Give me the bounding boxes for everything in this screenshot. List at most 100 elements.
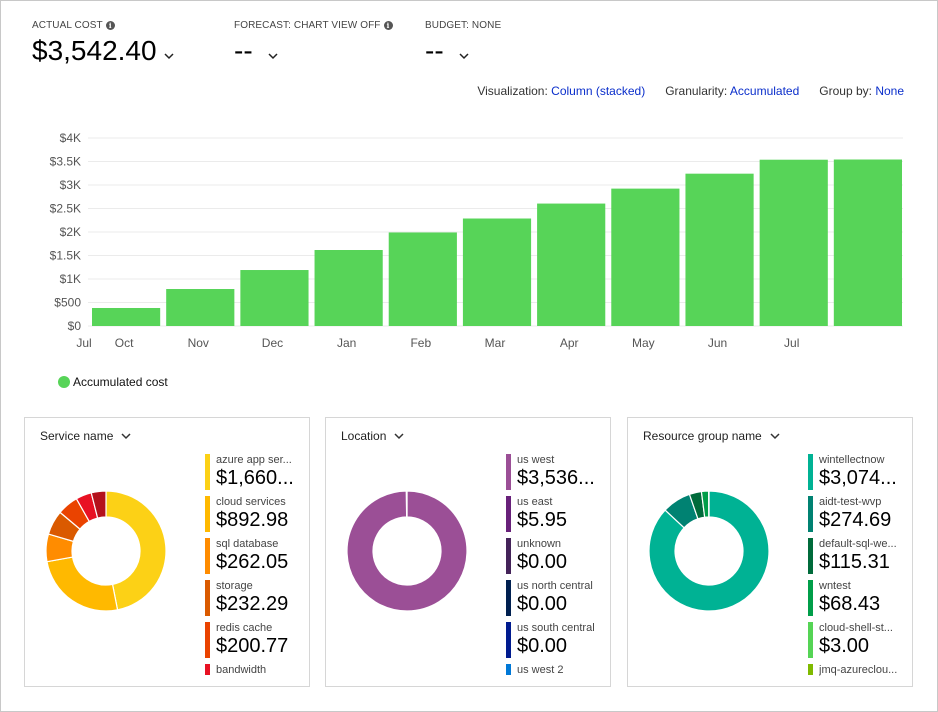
legend-color-swatch xyxy=(205,622,210,658)
bar[interactable] xyxy=(833,159,902,326)
legend-item[interactable]: wintellectnow $3,074... xyxy=(808,454,908,490)
bar[interactable] xyxy=(166,289,235,326)
budget-kpi[interactable]: BUDGET: NONE -- xyxy=(425,18,501,68)
legend-item-name: redis cache xyxy=(216,622,273,634)
bar[interactable] xyxy=(462,218,532,326)
legend-color-swatch xyxy=(205,454,210,490)
granularity-label: Granularity: xyxy=(665,84,728,98)
legend-color-swatch xyxy=(808,454,813,490)
chevron-down-icon[interactable] xyxy=(267,50,279,62)
legend-text: us west $3,536... xyxy=(517,454,595,490)
budget-value: -- xyxy=(425,35,444,66)
legend-item[interactable]: sql database $262.05 xyxy=(205,538,305,574)
x-tick-label: Dec xyxy=(262,336,283,350)
legend-item-value: $3.00 xyxy=(819,635,870,657)
legend-item[interactable]: bandwidth xyxy=(205,664,305,677)
visualization-option: Visualization: Column (stacked) xyxy=(477,84,645,98)
chart-legend[interactable]: Accumulated cost xyxy=(58,375,168,389)
card-title: Location xyxy=(341,429,387,443)
bar[interactable] xyxy=(314,250,383,326)
y-tick-label: $2.5K xyxy=(50,202,81,216)
legend-color-swatch xyxy=(506,622,511,658)
legend-item[interactable]: aidt-test-wvp $274.69 xyxy=(808,496,908,532)
x-tick-label: Feb xyxy=(410,336,431,350)
y-tick-label: $500 xyxy=(54,296,81,310)
legend-item[interactable]: us west $3,536... xyxy=(506,454,606,490)
legend-item-value: $1,660... xyxy=(216,467,294,489)
legend-item-name: unknown xyxy=(517,538,562,550)
legend-color-swatch xyxy=(808,622,813,658)
actual-cost-kpi[interactable]: ACTUAL COST i $3,542.40 xyxy=(32,18,175,68)
location-card: Location us west $3,536... us east $5.95 unk… xyxy=(325,417,611,687)
bar[interactable] xyxy=(240,270,309,326)
x-tick-label: Jul xyxy=(76,336,91,350)
info-icon[interactable]: i xyxy=(383,20,393,30)
bar[interactable] xyxy=(388,232,457,326)
legend-item[interactable]: us south central $0.00 xyxy=(506,622,606,658)
y-axis-ticks: $0 $500 $1K $1.5K $2K $2.5K $3K $3.5K $4K xyxy=(50,131,82,333)
location-dropdown[interactable]: Location xyxy=(341,429,404,443)
legend-item-value: $3,536... xyxy=(517,467,595,489)
legend-item[interactable]: storage $232.29 xyxy=(205,580,305,616)
legend-item[interactable]: wntest $68.43 xyxy=(808,580,908,616)
legend-text: unknown $0.00 xyxy=(517,538,567,574)
forecast-label-row: FORECAST: CHART VIEW OFF i xyxy=(234,18,393,32)
donut-slice[interactable] xyxy=(46,556,119,612)
y-tick-label: $2K xyxy=(60,225,81,239)
location-legend: us west $3,536... us east $5.95 unknown $0.00… xyxy=(506,454,606,683)
donut-slice[interactable] xyxy=(405,490,408,518)
legend-text: cloud services $892.98 xyxy=(216,496,288,532)
legend-item[interactable]: cloud-shell-st... $3.00 xyxy=(808,622,908,658)
legend-item[interactable]: us north central $0.00 xyxy=(506,580,606,616)
legend-text: us north central $0.00 xyxy=(517,580,593,616)
y-tick-label: $1.5K xyxy=(50,249,81,263)
legend-text: aidt-test-wvp $274.69 xyxy=(819,496,891,532)
bar[interactable] xyxy=(92,307,161,326)
legend-text: us east $5.95 xyxy=(517,496,567,532)
legend-item[interactable]: jmq-azureclou... xyxy=(808,664,908,677)
actual-cost-value: $3,542.40 xyxy=(32,35,157,66)
visualization-link[interactable]: Column (stacked) xyxy=(551,84,645,98)
service-name-dropdown[interactable]: Service name xyxy=(40,429,131,443)
legend-item-name: us east xyxy=(517,496,553,508)
legend-color-swatch xyxy=(205,580,210,616)
bar[interactable] xyxy=(685,173,754,326)
chevron-down-icon[interactable] xyxy=(458,50,470,62)
bar[interactable] xyxy=(759,159,828,326)
legend-item-name: us south central xyxy=(517,622,595,634)
budget-label-row: BUDGET: NONE xyxy=(425,18,501,32)
legend-item[interactable]: azure app ser... $1,660... xyxy=(205,454,305,490)
legend-item-name: azure app ser... xyxy=(216,454,292,466)
legend-item-value: $200.77 xyxy=(216,635,289,657)
legend-item[interactable]: us west 2 xyxy=(506,664,606,677)
donut-slice[interactable] xyxy=(105,490,167,611)
legend-color-swatch xyxy=(205,496,210,532)
y-tick-label: $1K xyxy=(60,272,81,286)
location-donut-chart xyxy=(346,490,468,612)
legend-item[interactable]: default-sql-we... $115.31 xyxy=(808,538,908,574)
bar[interactable] xyxy=(611,188,680,326)
groupby-link[interactable]: None xyxy=(875,84,904,98)
legend-color-swatch xyxy=(205,538,210,574)
legend-item[interactable]: cloud services $892.98 xyxy=(205,496,305,532)
chevron-down-icon[interactable] xyxy=(163,50,175,62)
legend-item-value: $892.98 xyxy=(216,509,289,531)
x-axis-ticks: Jul Oct Nov Dec Jan Feb Mar Apr May Jun Jul xyxy=(76,336,799,350)
legend-item[interactable]: unknown $0.00 xyxy=(506,538,606,574)
resource-group-dropdown[interactable]: Resource group name xyxy=(643,429,780,443)
bar[interactable] xyxy=(537,203,606,326)
info-icon[interactable]: i xyxy=(105,20,115,30)
legend-item-name: cloud-shell-st... xyxy=(819,622,893,634)
legend-item-value: $0.00 xyxy=(517,593,568,615)
granularity-link[interactable]: Accumulated xyxy=(730,84,799,98)
legend-text: us south central $0.00 xyxy=(517,622,595,658)
legend-item-name: us north central xyxy=(517,580,593,592)
legend-item[interactable]: us east $5.95 xyxy=(506,496,606,532)
legend-item[interactable]: redis cache $200.77 xyxy=(205,622,305,658)
forecast-kpi[interactable]: FORECAST: CHART VIEW OFF i -- xyxy=(234,18,393,68)
legend-text: redis cache $200.77 xyxy=(216,622,288,658)
chart-options: Visualization: Column (stacked) Granular… xyxy=(477,84,904,98)
service-legend: azure app ser... $1,660... cloud services $… xyxy=(205,454,305,683)
groupby-option: Group by: None xyxy=(819,84,904,98)
legend-text: azure app ser... $1,660... xyxy=(216,454,294,490)
